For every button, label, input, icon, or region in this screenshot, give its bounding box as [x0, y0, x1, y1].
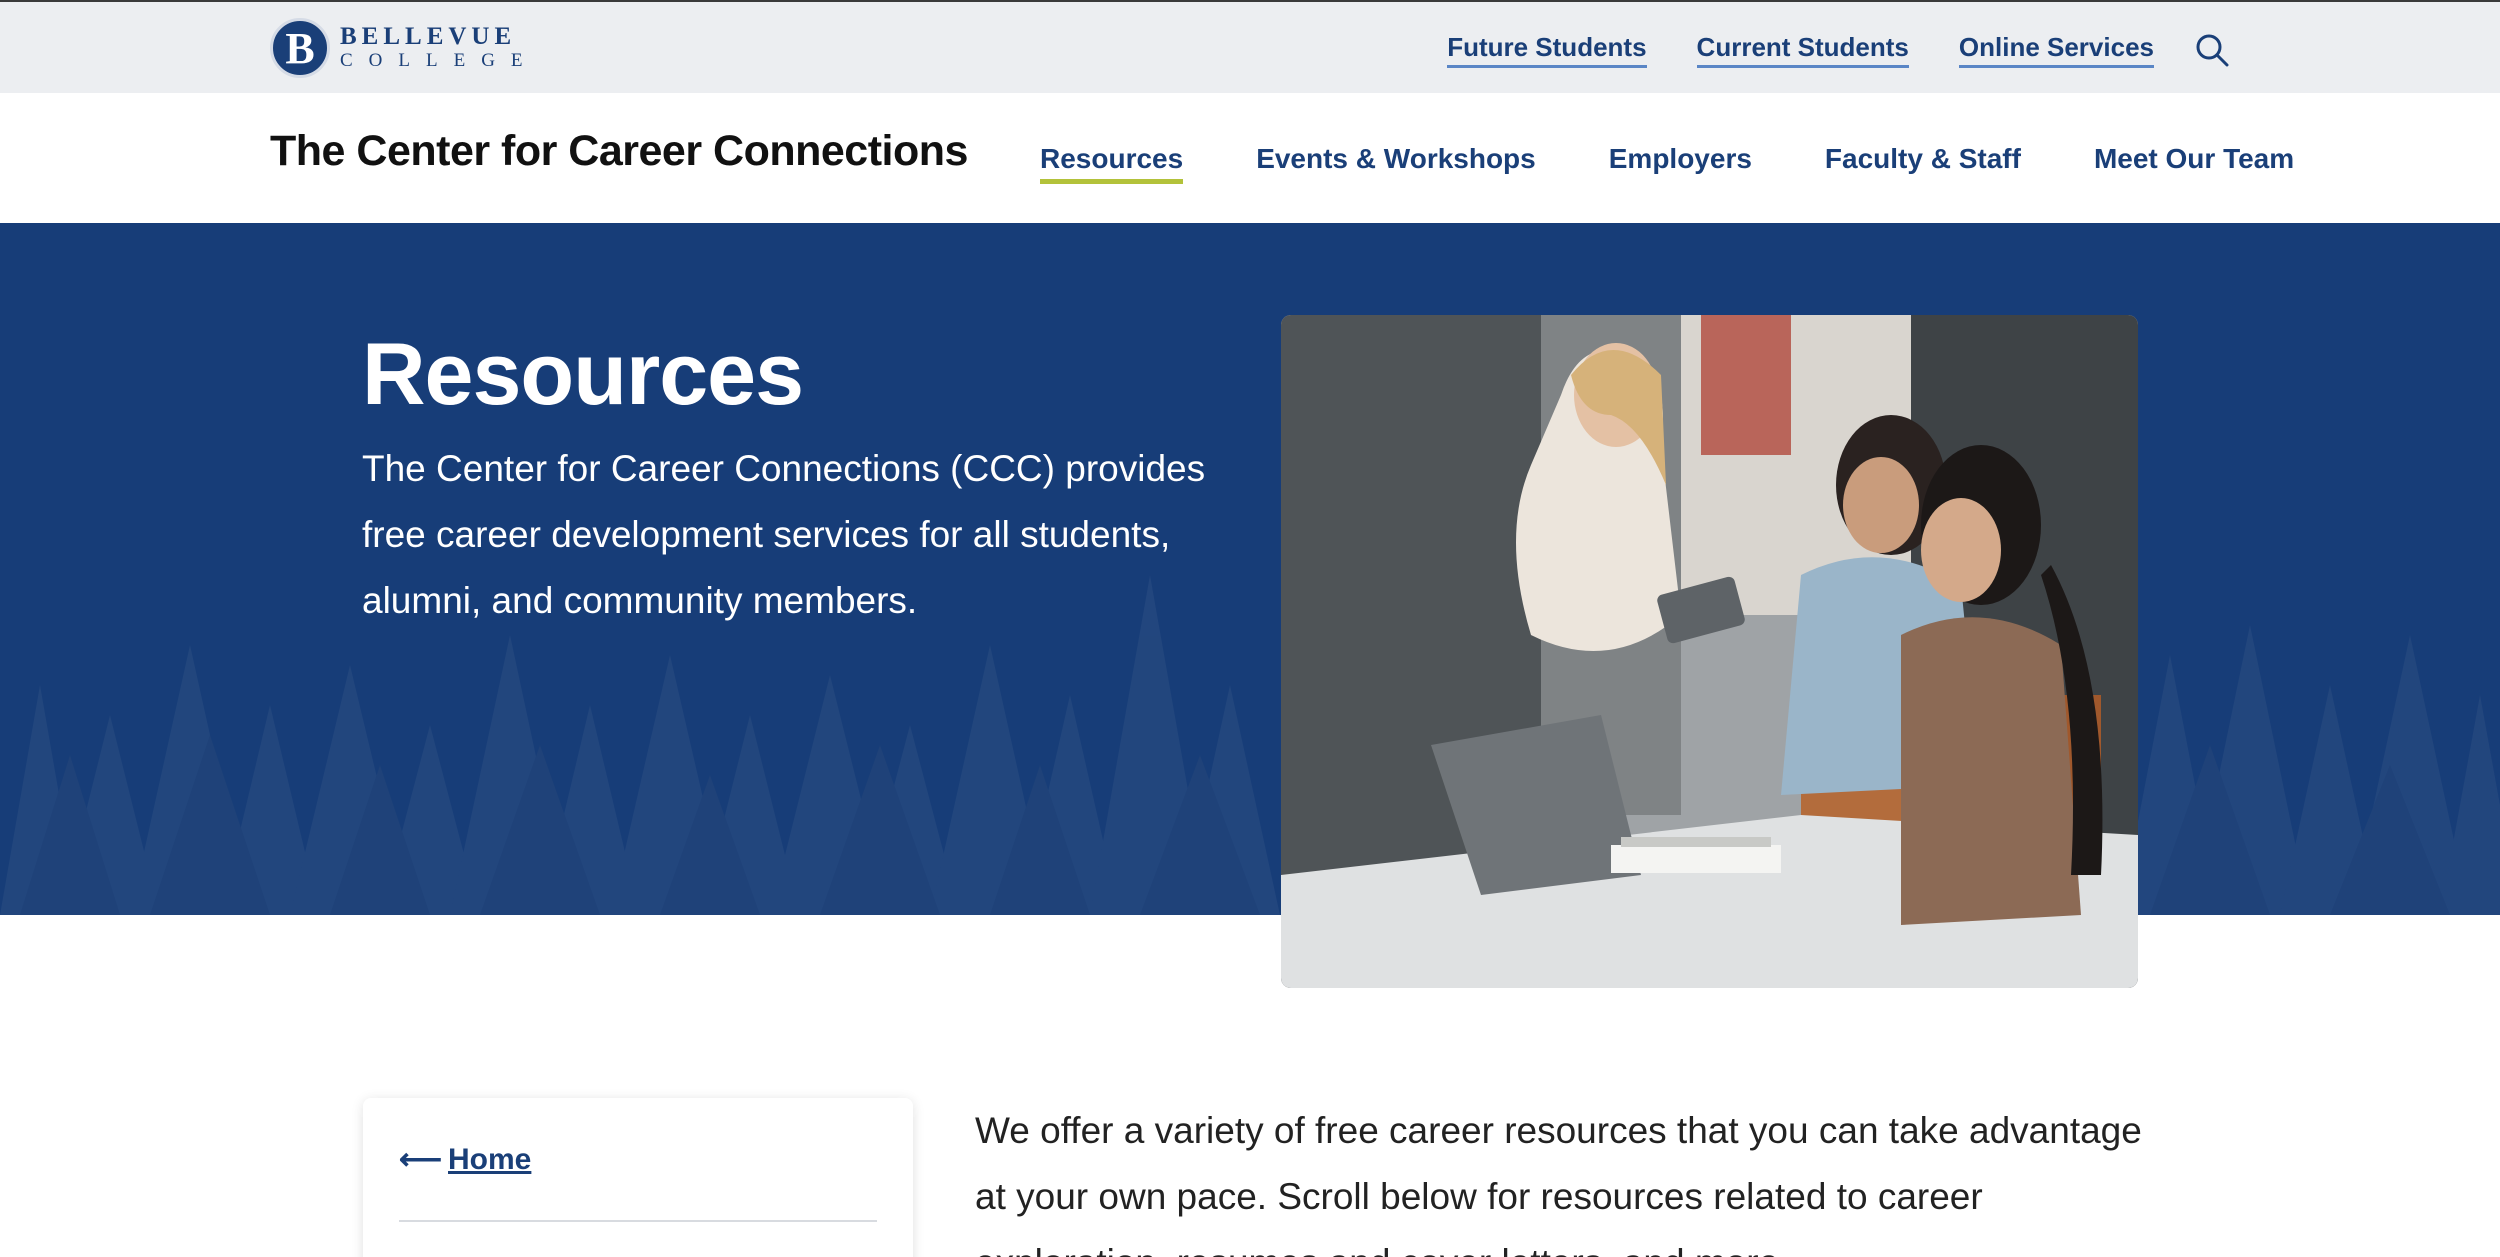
nav-resources[interactable]: Resources [1040, 143, 1184, 184]
divider [399, 1220, 877, 1222]
current-students-link[interactable]: Current Students [1696, 32, 1909, 68]
utility-nav: Future Students Current Students Online … [1397, 32, 2230, 68]
utility-bar: B BELLEVUE COLLEGE Future Students Curre… [0, 0, 2500, 93]
arrow-left-icon: ⟵ [399, 1143, 443, 1176]
logo-wordmark: BELLEVUE COLLEGE [340, 24, 539, 72]
intro-paragraph: We offer a variety of free career resour… [975, 1110, 2142, 1257]
sidebar-nav-card: ⟵ Home [363, 1098, 913, 1257]
search-icon[interactable] [2194, 32, 2230, 68]
nav-faculty-staff[interactable]: Faculty & Staff [1825, 143, 2021, 184]
hero-photo [1281, 315, 2138, 988]
home-link-label: Home [448, 1143, 532, 1176]
main-nav: Resources Events & Workshops Employers F… [1040, 143, 2294, 184]
bellevue-college-logo[interactable]: B BELLEVUE COLLEGE [270, 18, 539, 78]
site-title[interactable]: The Center for Career Connections [270, 127, 968, 176]
future-students-link[interactable]: Future Students [1447, 32, 1647, 68]
home-link[interactable]: ⟵ Home [399, 1142, 531, 1177]
logo-line-2: COLLEGE [340, 50, 539, 71]
nav-events-workshops[interactable]: Events & Workshops [1256, 143, 1536, 184]
logo-mark: B [270, 18, 330, 78]
site-header: The Center for Career Connections Resour… [0, 93, 2500, 223]
online-services-link[interactable]: Online Services [1958, 32, 2154, 68]
nav-meet-our-team[interactable]: Meet Our Team [2094, 143, 2294, 184]
logo-line-1: BELLEVUE [340, 23, 517, 50]
nav-employers[interactable]: Employers [1609, 143, 1752, 184]
hero-description: The Center for Career Connections (CCC) … [362, 448, 1206, 621]
page-title: Resources [362, 324, 804, 423]
logo-letter: B [285, 24, 315, 73]
